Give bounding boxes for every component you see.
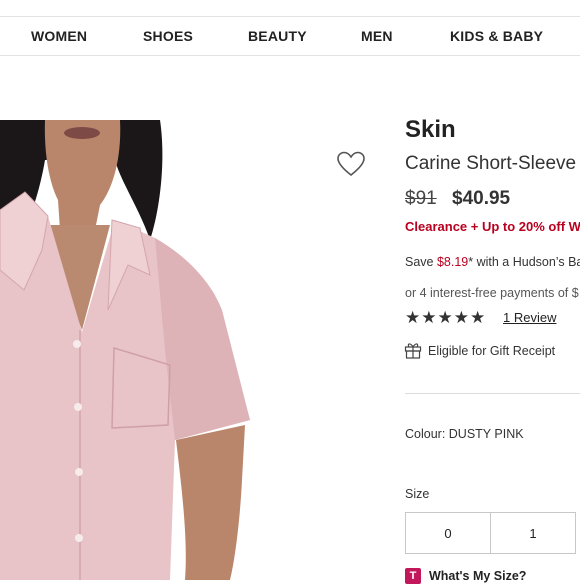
product-name: Carine Short-Sleeve [405, 153, 577, 174]
size-options: 0 1 [405, 512, 576, 554]
size-option-0[interactable]: 0 [405, 512, 491, 554]
size-option-1[interactable]: 1 [490, 512, 576, 554]
size-label: Size [405, 487, 430, 501]
colour-label: Colour: [405, 427, 446, 441]
product-photo-illustration [0, 120, 250, 580]
wishlist-heart-icon[interactable] [336, 150, 366, 178]
star-filled-icon: ★ [437, 308, 453, 327]
nav-men[interactable]: MEN [361, 28, 393, 44]
nav-women[interactable]: WOMEN [31, 28, 87, 44]
nav-beauty[interactable]: BEAUTY [248, 28, 307, 44]
product-image[interactable] [0, 120, 300, 580]
star-filled-icon: ★ [453, 308, 469, 327]
star-filled-icon: ★ [470, 308, 486, 327]
section-divider [405, 393, 580, 394]
card-savings-text: Save $8.19* with a Hudson’s Ba [405, 255, 580, 269]
save-suffix: * with a Hudson’s Ba [468, 255, 580, 269]
sale-price: $40.95 [452, 188, 511, 209]
save-prefix: Save [405, 255, 437, 269]
gift-receipt-text: Eligible for Gift Receipt [428, 344, 556, 358]
whats-my-size-link[interactable]: What's My Size? [429, 569, 526, 583]
installment-text: or 4 interest-free payments of $ [405, 286, 579, 300]
nav-kids-baby[interactable]: KIDS & BABY [450, 28, 543, 44]
colour-value: DUSTY PINK [448, 427, 524, 441]
top-utility-bar [0, 0, 580, 17]
gift-icon [404, 343, 422, 359]
main-navigation: WOMEN SHOES BEAUTY MEN KIDS & BABY [0, 17, 580, 56]
save-amount: $8.19 [436, 255, 469, 269]
nav-shoes[interactable]: SHOES [143, 28, 193, 44]
star-rating: ★ ★ ★ ★ ★ [405, 308, 485, 328]
review-link[interactable]: 1 Review [503, 310, 556, 325]
product-brand[interactable]: Skin [405, 116, 456, 144]
star-filled-icon: ★ [405, 308, 421, 327]
promo-text: Clearance + Up to 20% off Wit [405, 219, 580, 234]
fit-finder-icon: T [405, 568, 421, 584]
original-price: $91 [405, 188, 437, 209]
colour-row: Colour: DUSTY PINK [405, 427, 524, 441]
star-filled-icon: ★ [421, 308, 437, 327]
